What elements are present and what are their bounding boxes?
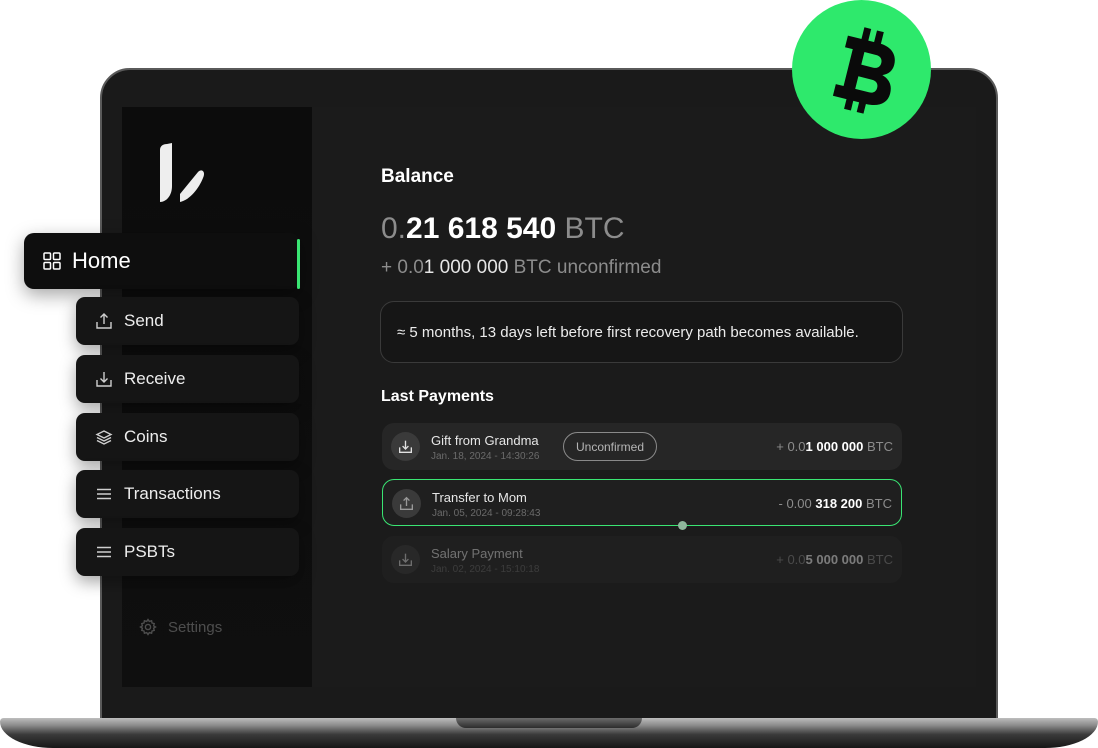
payment-name: Salary Payment	[431, 546, 523, 561]
payment-amount: - 0.00 318 200 BTC	[779, 496, 893, 511]
payment-row[interactable]: Salary Payment Jan. 02, 2024 - 15:10:18 …	[382, 536, 902, 583]
balance-unit: BTC	[564, 212, 625, 245]
payment-amount: + 0.01 000 000 BTC	[776, 439, 893, 454]
unconfirmed-main: 1 000 000	[423, 257, 509, 278]
unconfirmed-prefix: + 0.0	[381, 257, 424, 278]
amount-main: 1 000 000	[805, 439, 864, 454]
amount-prefix: + 0.0	[776, 552, 806, 567]
payment-row[interactable]: Gift from Grandma Jan. 18, 2024 - 14:30:…	[382, 423, 902, 470]
sidebar-item-label: Settings	[168, 618, 223, 636]
upload-icon	[392, 489, 421, 518]
balance-amount: 0.21 618 540 BTC	[381, 212, 625, 246]
balance-title: Balance	[381, 166, 454, 187]
sidebar-item-home[interactable]: Home	[24, 233, 300, 289]
payment-name: Transfer to Mom	[432, 490, 527, 505]
list-icon	[94, 484, 114, 504]
sidebar-item-label: Send	[124, 311, 164, 330]
status-badge: Unconfirmed	[563, 432, 657, 461]
payment-date: Jan. 02, 2024 - 15:10:18	[431, 564, 540, 575]
layers-icon	[94, 427, 114, 447]
amount-unit: BTC	[867, 552, 893, 567]
active-indicator	[297, 239, 300, 289]
download-icon	[391, 432, 420, 461]
payment-amount: + 0.05 000 000 BTC	[776, 552, 893, 567]
bitcoin-icon	[832, 26, 895, 114]
sidebar-item-label: Transactions	[124, 484, 221, 503]
sidebar-item-label: Receive	[124, 369, 186, 388]
gear-icon	[138, 617, 158, 637]
amount-unit: BTC	[867, 439, 893, 454]
sidebar-item-coins[interactable]: Coins	[76, 413, 299, 461]
sidebar-item-label: Home	[72, 248, 131, 273]
download-icon	[391, 545, 420, 574]
payment-row[interactable]: Transfer to Mom Jan. 05, 2024 - 09:28:43…	[382, 479, 902, 526]
sidebar-item-label: PSBTs	[124, 542, 176, 561]
payments-title: Last Payments	[381, 388, 494, 405]
download-icon	[94, 369, 114, 389]
laptop-notch	[456, 718, 642, 728]
unconfirmed-suffix: BTC unconfirmed	[513, 257, 662, 278]
sidebar-item-send[interactable]: Send	[76, 297, 299, 345]
balance-amount-prefix: 0.	[381, 212, 407, 245]
amount-unit: BTC	[866, 496, 892, 511]
unconfirmed-balance: + 0.01 000 000 BTC unconfirmed	[381, 257, 661, 279]
bitcoin-badge-icon	[792, 0, 931, 139]
amount-main: 5 000 000	[805, 552, 864, 567]
payment-name: Gift from Grandma	[431, 433, 539, 448]
amount-main: 318 200	[815, 496, 863, 511]
sidebar-item-psbts[interactable]: PSBTs	[76, 528, 299, 576]
amount-prefix: - 0.00	[778, 496, 812, 511]
payment-date: Jan. 18, 2024 - 14:30:26	[431, 451, 540, 462]
recovery-notice: ≈ 5 months, 13 days left before first re…	[380, 301, 903, 363]
sidebar-item-settings[interactable]: Settings	[138, 616, 222, 638]
grid-icon	[42, 251, 62, 271]
payment-date: Jan. 05, 2024 - 09:28:43	[432, 508, 541, 519]
sidebar-item-receive[interactable]: Receive	[76, 355, 299, 403]
app-logo-icon	[160, 143, 205, 202]
recovery-notice-text: ≈ 5 months, 13 days left before first re…	[397, 323, 859, 341]
upload-icon	[94, 311, 114, 331]
list-icon	[94, 542, 114, 562]
cursor-indicator	[678, 521, 687, 530]
sidebar-item-transactions[interactable]: Transactions	[76, 470, 299, 518]
amount-prefix: + 0.0	[776, 439, 806, 454]
sidebar-item-label: Coins	[124, 427, 168, 446]
balance-amount-main: 21 618 540	[406, 212, 557, 245]
